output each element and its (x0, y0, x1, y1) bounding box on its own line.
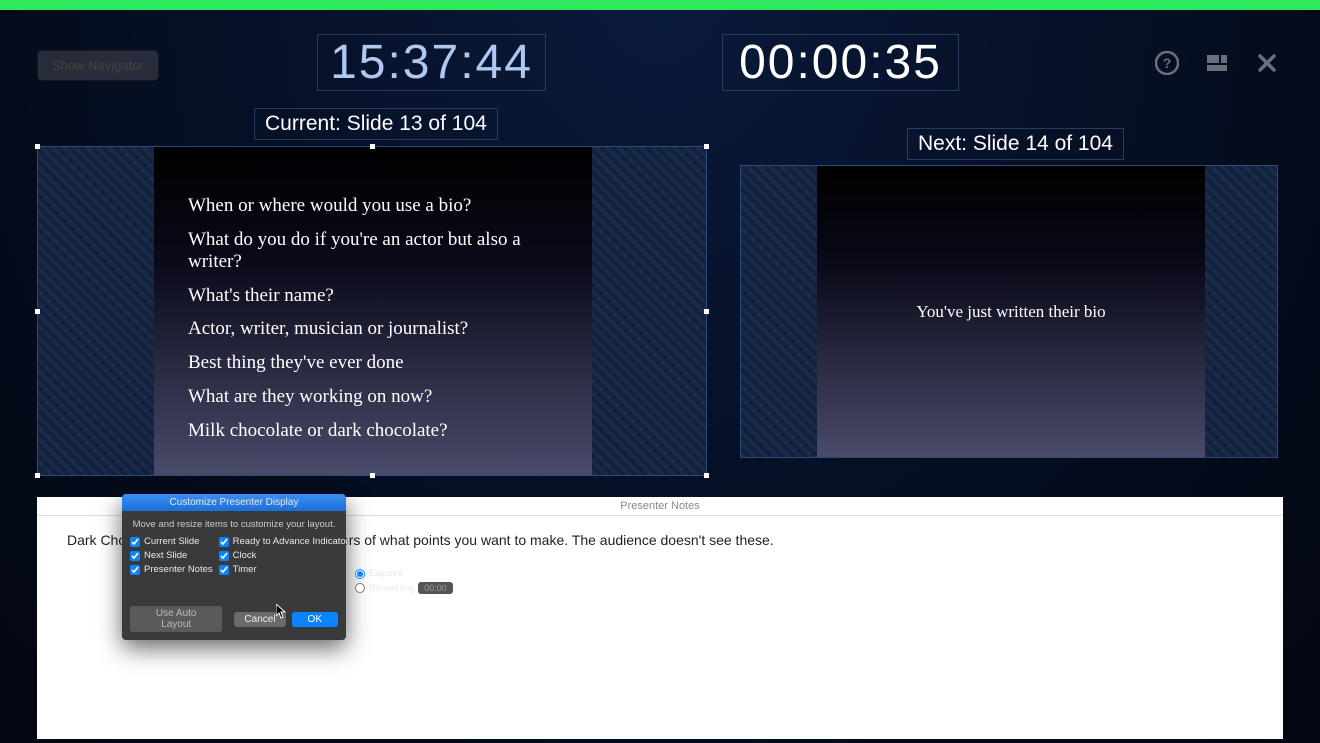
slide-text: What's their name? (188, 285, 558, 307)
current-slide: When or where would you use a bio? What … (154, 147, 592, 475)
ok-button[interactable]: OK (292, 612, 338, 627)
next-slide: You've just written their bio (817, 166, 1205, 457)
dialog-title: Customize Presenter Display (122, 494, 346, 511)
option-ready-indicator[interactable]: Ready to Advance Indicator (219, 536, 349, 547)
remaining-time-field[interactable]: 00:00 (418, 582, 453, 594)
slide-text: What are they working on now? (188, 386, 558, 408)
layout-icon[interactable] (1204, 50, 1230, 76)
slide-text: Actor, writer, musician or journalist? (188, 318, 558, 340)
radio-remaining[interactable]: Remaining (355, 583, 414, 594)
slide-text: What do you do if you're an actor but al… (188, 229, 558, 273)
resize-handle[interactable] (370, 473, 375, 478)
clock-display[interactable]: 15:37:44 (317, 34, 546, 91)
show-navigator-button[interactable]: Show Navigator (37, 50, 159, 81)
radio-elapsed[interactable]: Elapsed (355, 568, 453, 579)
option-timer[interactable]: Timer (219, 564, 349, 575)
ready-to-advance-indicator (0, 0, 1320, 10)
resize-handle[interactable] (704, 309, 709, 314)
customize-presenter-display-dialog[interactable]: Customize Presenter Display Move and res… (122, 494, 346, 640)
resize-handle[interactable] (35, 473, 40, 478)
next-slide-frame[interactable]: You've just written their bio (740, 165, 1278, 458)
slide-text: Milk chocolate or dark chocolate? (188, 420, 558, 442)
use-auto-layout-button[interactable]: Use Auto Layout (130, 606, 222, 632)
cancel-button[interactable]: Cancel (234, 612, 285, 627)
dialog-subtitle: Move and resize items to customize your … (122, 511, 346, 536)
option-presenter-notes[interactable]: Presenter Notes (130, 564, 213, 575)
timer-display[interactable]: 00:00:35 (722, 34, 959, 91)
resize-handle[interactable] (370, 144, 375, 149)
slide-text: You've just written their bio (916, 302, 1105, 322)
resize-handle[interactable] (35, 144, 40, 149)
close-icon[interactable] (1254, 50, 1280, 76)
current-slide-label: Current: Slide 13 of 104 (254, 108, 498, 140)
current-slide-frame[interactable]: When or where would you use a bio? What … (37, 146, 707, 476)
next-slide-label: Next: Slide 14 of 104 (907, 128, 1124, 160)
option-current-slide[interactable]: Current Slide (130, 536, 213, 547)
resize-handle[interactable] (704, 473, 709, 478)
svg-text:?: ? (1163, 55, 1172, 71)
help-icon[interactable]: ? (1154, 50, 1180, 76)
resize-handle[interactable] (35, 309, 40, 314)
option-next-slide[interactable]: Next Slide (130, 550, 213, 561)
option-clock[interactable]: Clock (219, 550, 349, 561)
toolbar-icons: ? (1154, 50, 1280, 76)
slide-text: Best thing they've ever done (188, 352, 558, 374)
slide-text: When or where would you use a bio? (188, 195, 558, 217)
resize-handle[interactable] (704, 144, 709, 149)
